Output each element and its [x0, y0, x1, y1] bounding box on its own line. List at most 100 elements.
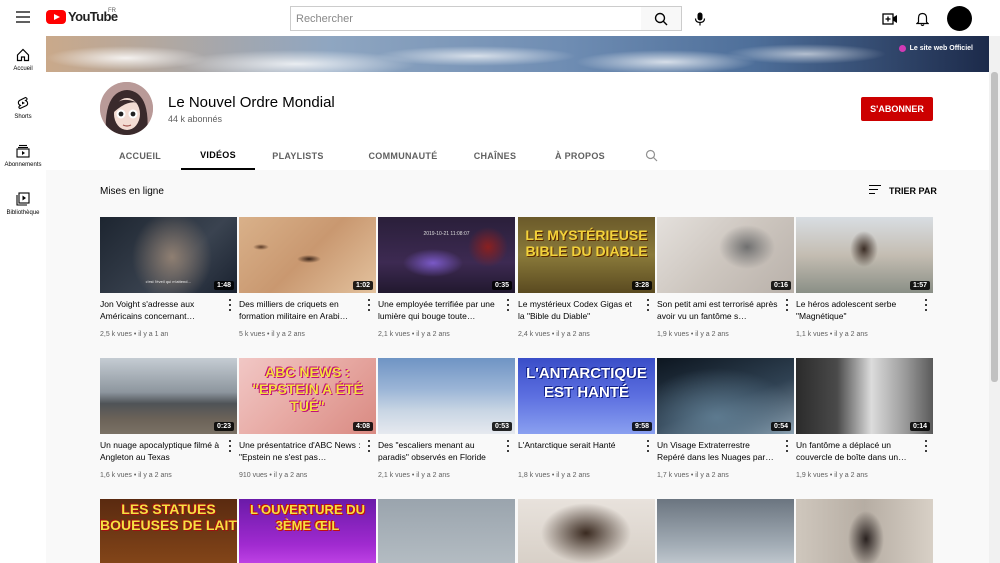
subscribe-button[interactable]: S'ABONNER	[861, 97, 933, 121]
upload-age: il y a 2 ans	[138, 472, 172, 479]
video-title[interactable]: Son petit ami est terrorisé après avoir …	[657, 298, 779, 322]
more-options-icon[interactable]	[505, 299, 511, 311]
more-options-icon[interactable]	[227, 440, 233, 452]
more-options-icon[interactable]	[645, 299, 651, 311]
video-duration: 3:28	[631, 281, 652, 290]
youtube-play-icon	[46, 9, 66, 24]
tab-videos[interactable]: VIDÉOS	[181, 142, 255, 170]
view-count: 1,1 k vues	[796, 331, 828, 338]
library-icon	[16, 192, 30, 206]
video-title[interactable]: Le mystérieux Codex Gigas et la "Bible d…	[518, 298, 640, 322]
video-title[interactable]: Un nuage apocalyptique filmé à Angleton …	[100, 439, 222, 463]
video-metadata: 1,1 k vues • il y a 2 ans	[796, 331, 868, 338]
tab-playlists[interactable]: PLAYLISTS	[262, 142, 334, 170]
voice-search-button[interactable]	[690, 9, 710, 29]
video-thumbnail[interactable]: 1:02	[239, 217, 376, 293]
channel-banner: Le site web Officiel	[46, 36, 989, 72]
official-website-link[interactable]: Le site web Officiel	[898, 45, 973, 52]
view-count: 1,6 k vues	[100, 472, 132, 479]
more-options-icon[interactable]	[645, 440, 651, 452]
video-title[interactable]: L'Antarctique serait Hanté	[518, 439, 640, 463]
video-thumbnail[interactable]: 0:23	[100, 358, 237, 434]
search-button[interactable]	[641, 6, 682, 31]
sidebar-item-shorts[interactable]: Shorts	[0, 84, 46, 132]
more-options-icon[interactable]	[505, 440, 511, 452]
thumbnail-text: LE MYSTÉRIEUSE BIBLE DU DIABLE	[525, 227, 648, 259]
video-thumbnail[interactable]: 0:53	[378, 358, 515, 434]
video-metadata: 2,5 k vues • il y a 1 an	[100, 331, 169, 338]
tab-home[interactable]: ACCUEIL	[100, 142, 180, 170]
video-thumbnail[interactable]: 1:57	[796, 217, 933, 293]
sidebar-item-label: Shorts	[14, 114, 32, 120]
video-title[interactable]: Jon Voight s'adresse aux Américains conc…	[100, 298, 222, 322]
video-thumbnail[interactable]	[378, 499, 515, 563]
create-video-button[interactable]	[880, 9, 900, 29]
tab-community[interactable]: COMMUNAUTÉ	[357, 142, 449, 170]
channel-search-icon[interactable]	[645, 149, 658, 162]
video-title[interactable]: Le héros adolescent serbe "Magnétique"	[796, 298, 918, 322]
sidebar-item-subscriptions[interactable]: Abonnements	[0, 132, 46, 180]
video-title[interactable]: Un Visage Extraterrestre Repéré dans les…	[657, 439, 779, 463]
channel-avatar[interactable]	[100, 82, 153, 135]
upload-age: il y a 2 ans	[695, 472, 729, 479]
upload-age: il y a 2 ans	[834, 472, 868, 479]
sort-button[interactable]: TRIER PAR	[869, 185, 937, 197]
scrollbar-thumb[interactable]	[991, 72, 998, 382]
video-metadata: 5 k vues • il y a 2 ans	[239, 331, 305, 338]
video-thumbnail[interactable]: c'est l'éveil qui m'attend… 1:48	[100, 217, 237, 293]
subscriptions-icon	[16, 144, 30, 158]
search-input[interactable]	[291, 7, 641, 30]
video-duration: 0:14	[909, 422, 930, 431]
logo-country: FR	[108, 8, 116, 14]
account-avatar[interactable]	[947, 6, 972, 31]
channel-name: Le Nouvel Ordre Mondial	[168, 94, 335, 111]
view-count: 5 k vues	[239, 331, 266, 338]
video-thumbnail[interactable]: LE MYSTÉRIEUSE BIBLE DU DIABLE 3:28	[518, 217, 655, 293]
video-metadata: 2,4 k vues • il y a 2 ans	[518, 331, 590, 338]
video-thumbnail[interactable]: L'ANTARCTIQUE EST HANTÉ 9:58	[518, 358, 655, 434]
video-title[interactable]: Une présentatrice d'ABC News : "Epstein …	[239, 439, 361, 463]
video-camera-plus-icon	[882, 13, 897, 25]
upload-age: il y a 2 ans	[271, 331, 305, 338]
sidebar-item-home[interactable]: Accueil	[0, 36, 46, 84]
video-title[interactable]: Des "escaliers menant au paradis" observ…	[378, 439, 500, 463]
view-count: 2,1 k vues	[378, 472, 410, 479]
page-scrollbar[interactable]	[989, 36, 1000, 563]
video-thumbnail[interactable]: L'OUVERTURE DU 3ÈME ŒIL	[239, 499, 376, 563]
video-thumbnail[interactable]: 0:16	[657, 217, 794, 293]
video-thumbnail[interactable]: ABC NEWS : "EPSTEIN A ÉTÉ TUÉ" 4:08	[239, 358, 376, 434]
video-thumbnail[interactable]	[796, 499, 933, 563]
thumbnail-text: ABC NEWS : "EPSTEIN A ÉTÉ TUÉ"	[252, 364, 363, 414]
sort-icon	[869, 185, 881, 197]
tab-channels[interactable]: CHAÎNES	[465, 142, 525, 170]
video-duration: 1:57	[909, 281, 930, 290]
video-thumbnail[interactable]	[657, 499, 794, 563]
video-thumbnail[interactable]	[518, 499, 655, 563]
sidebar-item-library[interactable]: Bibliothèque	[0, 180, 46, 228]
notifications-button[interactable]	[912, 9, 932, 29]
more-options-icon[interactable]	[784, 440, 790, 452]
video-title[interactable]: Un fantôme a déplacé un couvercle de boî…	[796, 439, 918, 463]
upload-age: il y a 1 an	[138, 331, 169, 338]
more-options-icon[interactable]	[227, 299, 233, 311]
video-title[interactable]: Une employée terrifiée par une lumière q…	[378, 298, 500, 322]
video-thumbnail[interactable]: 2019-10-21 11:08:07 0:35	[378, 217, 515, 293]
video-title[interactable]: Des milliers de criquets en formation mi…	[239, 298, 361, 322]
tab-about[interactable]: À PROPOS	[546, 142, 614, 170]
video-thumbnail[interactable]: 0:14	[796, 358, 933, 434]
menu-icon[interactable]	[16, 11, 30, 23]
view-count: 1,9 k vues	[657, 331, 689, 338]
video-thumbnail[interactable]: 0:54	[657, 358, 794, 434]
upload-age: il y a 2 ans	[834, 331, 868, 338]
official-website-label: Le site web Officiel	[909, 45, 973, 52]
more-options-icon[interactable]	[923, 299, 929, 311]
more-options-icon[interactable]	[366, 299, 372, 311]
shorts-icon	[17, 96, 29, 110]
more-options-icon[interactable]	[366, 440, 372, 452]
video-thumbnail[interactable]: LES STATUES BOUEUSES DE LAIT	[100, 499, 237, 563]
youtube-logo[interactable]: YouTube FR	[46, 8, 118, 24]
video-duration: 0:16	[770, 281, 791, 290]
search-icon	[654, 12, 668, 25]
more-options-icon[interactable]	[923, 440, 929, 452]
more-options-icon[interactable]	[784, 299, 790, 311]
